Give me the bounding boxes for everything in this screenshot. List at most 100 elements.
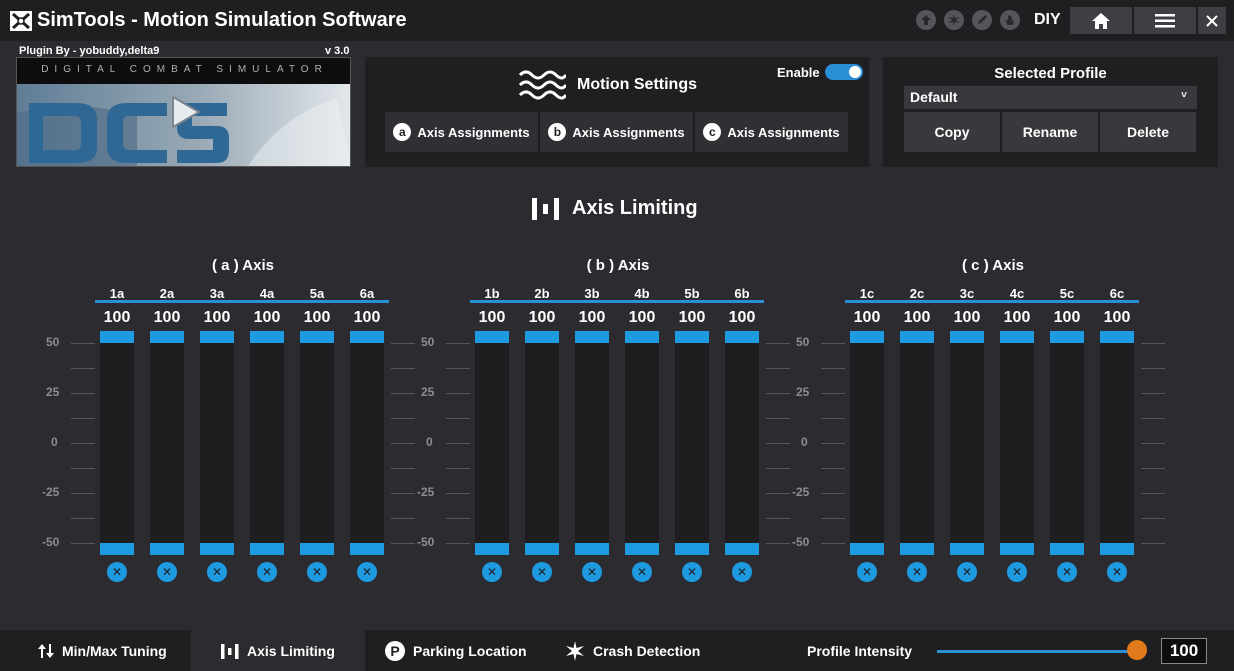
reset-x-icon[interactable]: ✕ (307, 562, 327, 582)
tab-parking-location[interactable]: P Parking Location (365, 630, 545, 671)
tab-label: Min/Max Tuning (62, 642, 167, 659)
lower-limit-handle[interactable] (725, 543, 759, 555)
reset-x-icon[interactable]: ✕ (857, 562, 877, 582)
reset-x-icon[interactable]: ✕ (157, 562, 177, 582)
reset-x-icon[interactable]: ✕ (732, 562, 752, 582)
axis-limit-slider[interactable] (250, 331, 284, 555)
axis-limit-slider[interactable] (900, 331, 934, 555)
reset-x-icon[interactable]: ✕ (257, 562, 277, 582)
lower-limit-handle[interactable] (900, 543, 934, 555)
diy-label[interactable]: DIY (1034, 11, 1061, 29)
intensity-value-input[interactable]: 100 (1161, 638, 1207, 664)
axis-limit-slider[interactable] (300, 331, 334, 555)
lower-limit-handle[interactable] (250, 543, 284, 555)
upper-limit-handle[interactable] (100, 331, 134, 343)
axis-limit-slider[interactable] (625, 331, 659, 555)
axis-limit-slider[interactable] (200, 331, 234, 555)
pencil-icon[interactable] (972, 10, 992, 30)
axis-limit-slider[interactable] (725, 331, 759, 555)
lower-limit-handle[interactable] (1100, 543, 1134, 555)
axis-limit-slider[interactable] (675, 331, 709, 555)
lower-limit-handle[interactable] (625, 543, 659, 555)
upper-limit-handle[interactable] (1100, 331, 1134, 343)
axis-column-label: 2b (534, 286, 550, 301)
lower-limit-handle[interactable] (475, 543, 509, 555)
upper-limit-handle[interactable] (300, 331, 334, 343)
axis-limit-slider[interactable] (950, 331, 984, 555)
reset-x-icon[interactable]: ✕ (1107, 562, 1127, 582)
lower-limit-handle[interactable] (850, 543, 884, 555)
axis-limit-slider[interactable] (575, 331, 609, 555)
axis-limit-slider[interactable] (525, 331, 559, 555)
tab-min-max-tuning[interactable]: Min/Max Tuning (26, 630, 191, 671)
upper-limit-handle[interactable] (1000, 331, 1034, 343)
axis-limit-slider[interactable] (1100, 331, 1134, 555)
reset-x-icon[interactable]: ✕ (482, 562, 502, 582)
upper-limit-handle[interactable] (900, 331, 934, 343)
upper-limit-handle[interactable] (1050, 331, 1084, 343)
reset-x-icon[interactable]: ✕ (532, 562, 552, 582)
reset-x-icon[interactable]: ✕ (107, 562, 127, 582)
upload-icon[interactable] (916, 10, 936, 30)
crash-icon[interactable] (944, 10, 964, 30)
upper-limit-handle[interactable] (350, 331, 384, 343)
intensity-slider[interactable] (937, 650, 1137, 653)
lower-limit-handle[interactable] (1000, 543, 1034, 555)
play-icon[interactable] (167, 94, 203, 130)
plugin-thumbnail[interactable]: DIGITAL COMBAT SIMULATOR (16, 57, 351, 167)
axis-limit-slider[interactable] (100, 331, 134, 555)
reset-x-icon[interactable]: ✕ (1007, 562, 1027, 582)
reset-x-icon[interactable]: ✕ (357, 562, 377, 582)
axis-b-assignments-button[interactable]: b Axis Assignments (540, 112, 693, 152)
reset-x-icon[interactable]: ✕ (582, 562, 602, 582)
upper-limit-handle[interactable] (575, 331, 609, 343)
upper-limit-handle[interactable] (250, 331, 284, 343)
rename-button[interactable]: Rename (1002, 112, 1098, 152)
lower-limit-handle[interactable] (150, 543, 184, 555)
axis-a-assignments-button[interactable]: a Axis Assignments (385, 112, 538, 152)
reset-x-icon[interactable]: ✕ (907, 562, 927, 582)
lower-limit-handle[interactable] (1050, 543, 1084, 555)
upper-limit-handle[interactable] (200, 331, 234, 343)
upper-limit-handle[interactable] (850, 331, 884, 343)
lower-limit-handle[interactable] (675, 543, 709, 555)
lower-limit-handle[interactable] (300, 543, 334, 555)
lower-limit-handle[interactable] (200, 543, 234, 555)
axis-limit-slider[interactable] (475, 331, 509, 555)
tab-axis-limiting[interactable]: Axis Limiting (191, 630, 365, 671)
upper-limit-handle[interactable] (725, 331, 759, 343)
lower-limit-handle[interactable] (350, 543, 384, 555)
axis-c-assignments-button[interactable]: c Axis Assignments (695, 112, 848, 152)
axis-limit-slider[interactable] (850, 331, 884, 555)
reset-x-icon[interactable]: ✕ (682, 562, 702, 582)
lower-limit-handle[interactable] (525, 543, 559, 555)
reset-x-icon[interactable]: ✕ (1057, 562, 1077, 582)
menu-button[interactable] (1134, 7, 1196, 34)
hand-icon[interactable] (1000, 10, 1020, 30)
axis-limit-slider[interactable] (350, 331, 384, 555)
upper-limit-handle[interactable] (150, 331, 184, 343)
lower-limit-handle[interactable] (950, 543, 984, 555)
intensity-slider-knob[interactable] (1127, 640, 1147, 660)
upper-limit-handle[interactable] (950, 331, 984, 343)
reset-x-icon[interactable]: ✕ (957, 562, 977, 582)
upper-limit-handle[interactable] (475, 331, 509, 343)
enable-toggle[interactable] (825, 64, 863, 80)
close-button[interactable] (1198, 7, 1226, 34)
axis-limit-slider[interactable] (150, 331, 184, 555)
axis-group-title: ( a ) Axis (212, 257, 274, 274)
lower-limit-handle[interactable] (100, 543, 134, 555)
reset-x-icon[interactable]: ✕ (207, 562, 227, 582)
lower-limit-handle[interactable] (575, 543, 609, 555)
upper-limit-handle[interactable] (625, 331, 659, 343)
profile-dropdown[interactable]: Default ˅ (904, 86, 1197, 109)
upper-limit-handle[interactable] (525, 331, 559, 343)
copy-button[interactable]: Copy (904, 112, 1000, 152)
delete-button[interactable]: Delete (1100, 112, 1196, 152)
upper-limit-handle[interactable] (675, 331, 709, 343)
axis-limit-slider[interactable] (1050, 331, 1084, 555)
home-button[interactable] (1070, 7, 1132, 34)
axis-limit-slider[interactable] (1000, 331, 1034, 555)
reset-x-icon[interactable]: ✕ (632, 562, 652, 582)
tab-crash-detection[interactable]: Crash Detection (545, 630, 725, 671)
